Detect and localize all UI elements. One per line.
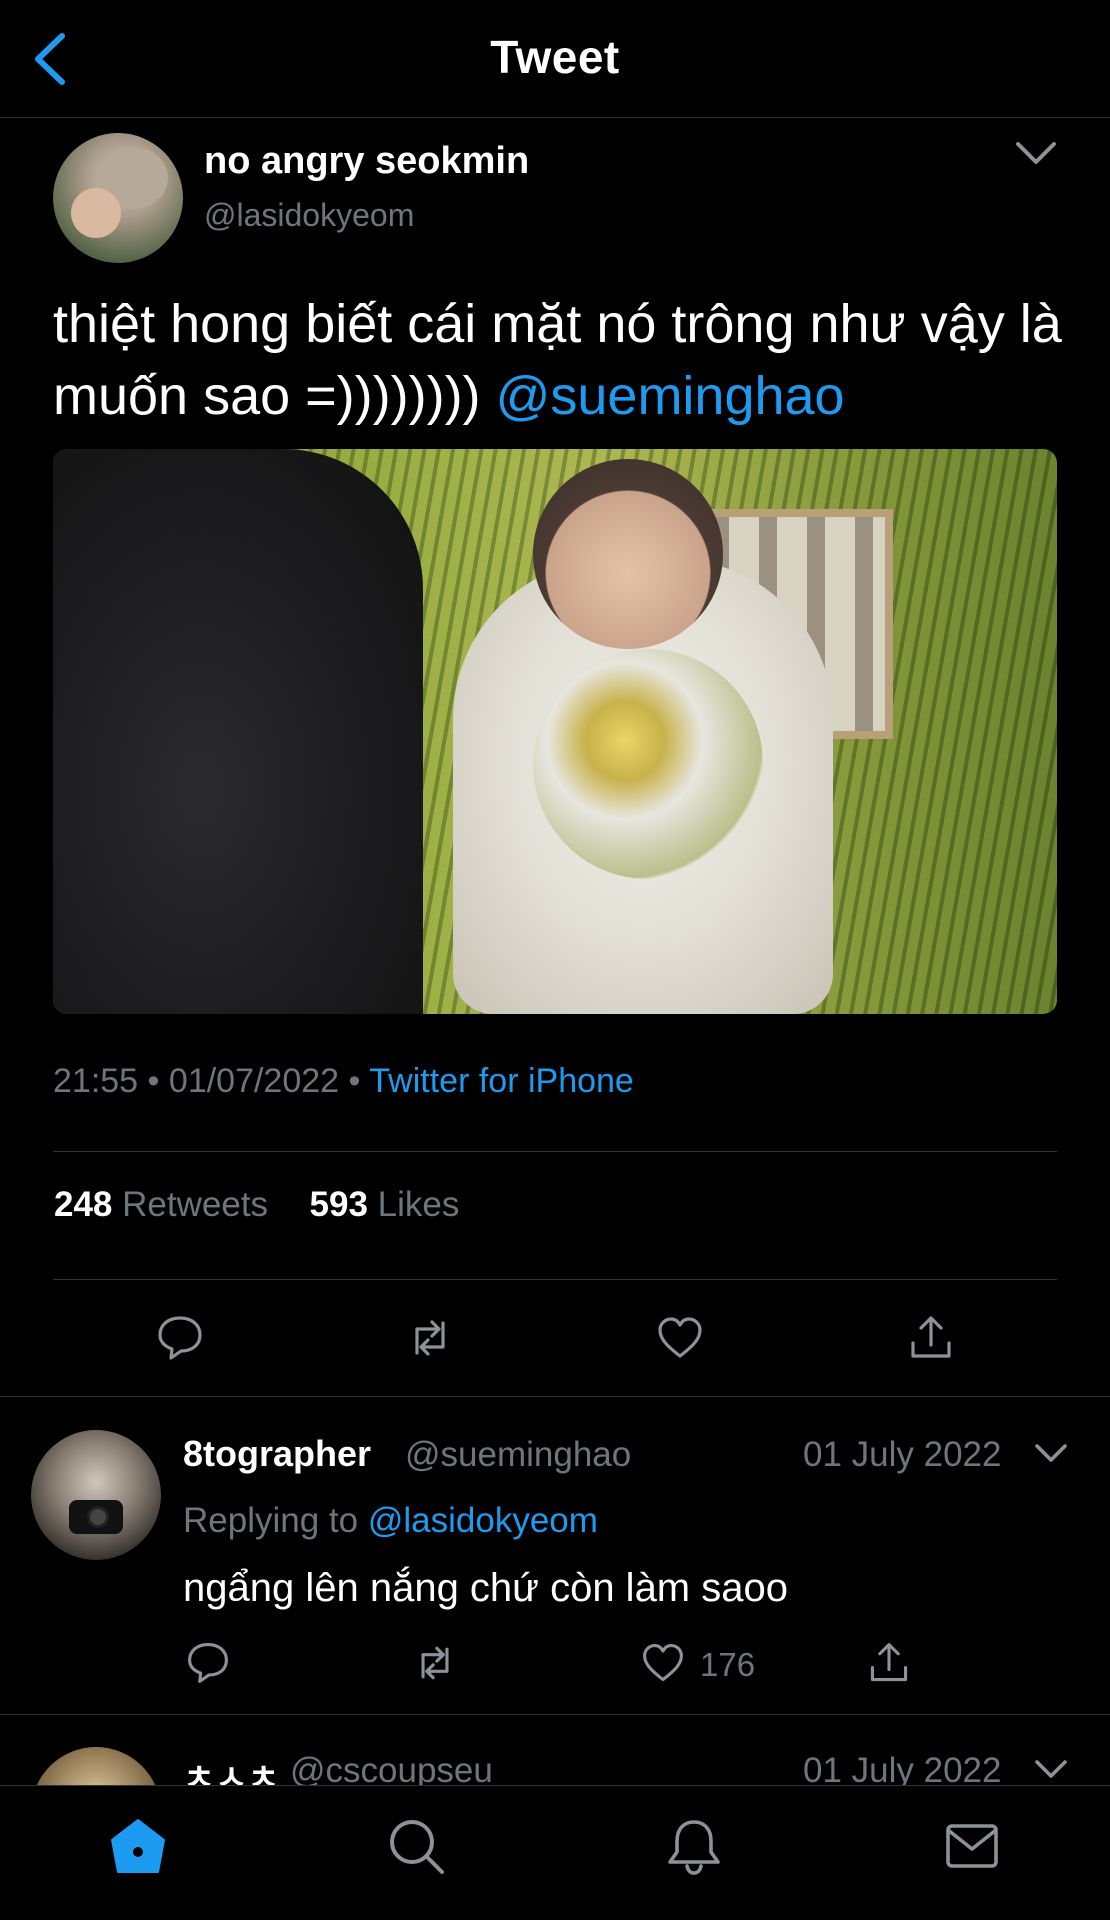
heart-icon bbox=[658, 1317, 702, 1358]
reply-author-handle[interactable]: @sueminghao bbox=[405, 1435, 631, 1475]
author-avatar[interactable] bbox=[53, 133, 183, 263]
tweet-date: 01/07/2022 bbox=[168, 1062, 340, 1100]
reply-text: ngẩng lên nắng chứ còn làm saoo bbox=[183, 1566, 788, 1610]
tweet-options-button[interactable] bbox=[1014, 138, 1058, 172]
heart-icon bbox=[643, 1643, 683, 1682]
top-nav-bar: Tweet bbox=[0, 0, 1110, 118]
tab-search[interactable] bbox=[386, 1816, 446, 1876]
page-title: Tweet bbox=[490, 31, 620, 83]
meta-separator: • bbox=[147, 1062, 160, 1100]
tweet-stats: 248 Retweets 593 Likes bbox=[54, 1185, 459, 1225]
tweet-timestamp: 21:55 • 01/07/2022 • Twitter for iPhone bbox=[53, 1062, 634, 1101]
retweets-stat[interactable]: 248 Retweets bbox=[54, 1185, 278, 1224]
messages-icon bbox=[946, 1824, 998, 1868]
chevron-down-icon bbox=[1035, 1760, 1067, 1778]
tweet-source-link[interactable]: Twitter for iPhone bbox=[369, 1062, 634, 1100]
bottom-tab-bar bbox=[0, 1785, 1110, 1920]
retweet-icon bbox=[421, 1646, 449, 1680]
reply-button[interactable] bbox=[155, 1313, 205, 1363]
like-button[interactable] bbox=[655, 1313, 705, 1363]
retweet-button[interactable] bbox=[405, 1313, 455, 1363]
reply-icon bbox=[188, 1643, 228, 1683]
search-icon bbox=[390, 1820, 444, 1874]
likes-stat[interactable]: 593 Likes bbox=[310, 1185, 460, 1224]
divider bbox=[53, 1279, 1057, 1280]
reply-like-count: 176 bbox=[700, 1646, 756, 1683]
notifications-icon bbox=[668, 1820, 720, 1875]
share-button[interactable] bbox=[906, 1313, 956, 1363]
share-icon bbox=[911, 1316, 951, 1358]
reply-options-button[interactable] bbox=[1034, 1441, 1068, 1467]
retweet-icon bbox=[415, 1320, 445, 1356]
divider bbox=[0, 1714, 1110, 1715]
reply-reply-button[interactable] bbox=[185, 1640, 231, 1686]
replying-to-link[interactable]: @lasidokyeom bbox=[368, 1501, 598, 1540]
divider bbox=[0, 1396, 1110, 1397]
reply-share-button[interactable] bbox=[866, 1640, 912, 1686]
retweets-count: 248 bbox=[54, 1185, 113, 1224]
retweets-label: Retweets bbox=[122, 1185, 269, 1224]
home-icon bbox=[111, 1819, 165, 1873]
tab-messages[interactable] bbox=[942, 1816, 1002, 1876]
share-icon bbox=[870, 1643, 908, 1682]
reply-author-name[interactable]: 8tographer bbox=[183, 1433, 371, 1475]
tweet-mention-link[interactable]: @sueminghao bbox=[496, 366, 845, 426]
replying-to: Replying to @lasidokyeom bbox=[183, 1501, 598, 1541]
tweet-time: 21:55 bbox=[53, 1062, 139, 1100]
likes-count: 593 bbox=[309, 1185, 368, 1224]
next-reply-options-button[interactable] bbox=[1034, 1757, 1068, 1783]
likes-label: Likes bbox=[377, 1185, 460, 1224]
tweet-detail-screen: Tweet no angry seokmin @lasidokyeom thiệ… bbox=[0, 0, 1110, 1920]
reply-icon bbox=[158, 1316, 202, 1360]
chevron-down-icon bbox=[1035, 1444, 1067, 1462]
tab-home[interactable] bbox=[108, 1816, 168, 1876]
author-name[interactable]: no angry seokmin bbox=[204, 140, 529, 183]
replying-prefix: Replying to bbox=[183, 1501, 359, 1540]
meta-separator: • bbox=[348, 1062, 361, 1100]
tab-notifications[interactable] bbox=[664, 1816, 724, 1876]
chevron-down-icon bbox=[1016, 142, 1056, 164]
reply-like-button[interactable] bbox=[640, 1640, 686, 1686]
tweet-photo[interactable] bbox=[53, 449, 1057, 1014]
reply-avatar[interactable] bbox=[31, 1430, 161, 1560]
reply-retweet-button[interactable] bbox=[412, 1640, 458, 1686]
author-handle[interactable]: @lasidokyeom bbox=[204, 197, 414, 234]
reply-date: 01 July 2022 bbox=[803, 1435, 1002, 1474]
tweet-text: thiệt hong biết cái mặt nó trông như vậy… bbox=[53, 288, 1063, 432]
divider bbox=[53, 1151, 1057, 1152]
